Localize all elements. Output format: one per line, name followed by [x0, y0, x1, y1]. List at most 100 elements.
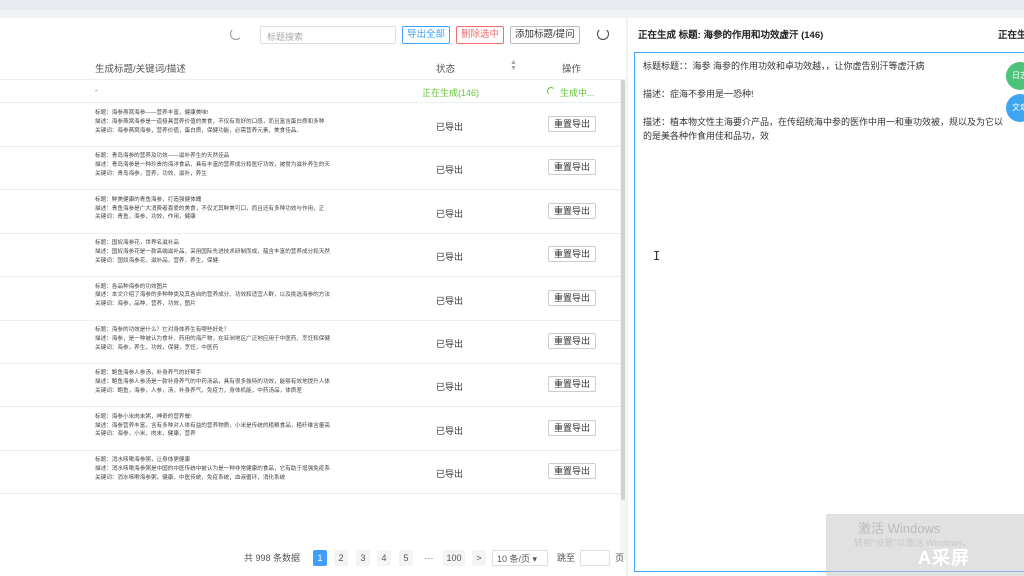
reset-export-button[interactable]: 重置导出	[548, 289, 597, 306]
generating-label: 生成中...	[560, 88, 595, 98]
reset-export-button[interactable]: 重置导出	[548, 202, 597, 219]
row-keywords-line: 关键词：海参，小米，肉末，健康，营养	[95, 431, 196, 438]
table-row[interactable]: 标题：海参燕窝海参——营养丰富，健康美味! 描述：海参燕窝海参是一道极具营养价值的…	[0, 104, 626, 147]
table-row[interactable]: 标题：海参的功效是什么？它对身体养生有哪些好处？ 描述：海参，是一种被认为食补、药…	[0, 321, 626, 364]
row-status: 已导出	[436, 469, 464, 480]
row-content: 标题：海参小米肉末粥，神奇的营养餐! 描述：海参营养丰富，含有多种对人体有益的营养…	[95, 413, 385, 439]
output-title-line: 标题标题：：海参 海参的作用功效和卓功效越，，让你虚告别汗等虚汗病	[643, 61, 925, 71]
generating-spinner-icon	[547, 87, 555, 95]
output-body-line-1: 描述：植本物文性主海要介产品，在传绍统海中参的医作中用一和重功效被，规以及为它以	[643, 117, 1004, 127]
row-content: 标题：各品种海参的功效图片描述：本文介绍了海参的多种种类及其各自的营养成分、功效…	[95, 283, 385, 309]
row-status: 已导出	[436, 208, 464, 219]
page-3-button[interactable]: 3	[356, 550, 370, 566]
jump-label: 跳至	[557, 553, 576, 563]
row-status: 已导出	[436, 165, 464, 176]
next-page-button[interactable]: >	[472, 550, 486, 566]
export-all-button[interactable]: 导出全部	[402, 26, 451, 44]
row-status: 已导出	[436, 382, 464, 393]
row-status: 已导出	[436, 122, 464, 132]
row-title-line: 标题：消水咳嗽海参粥，让身体更健康	[95, 457, 191, 464]
top-bar	[0, 0, 1024, 10]
reset-export-button[interactable]: 重置导出	[548, 159, 597, 176]
generating-status: 正在生成(146)	[422, 88, 480, 98]
row-keywords-line: 关键词：青岛海参，营养，功效，滋补，养生	[95, 170, 207, 177]
page-4-button[interactable]: 4	[377, 550, 391, 566]
add-title-button[interactable]: 添加标题/提问	[510, 26, 580, 44]
reset-export-button[interactable]: 重置导出	[548, 333, 597, 349]
row-content: 标题：国奴海参花，世界名滋补品 描述：国奴海参花是一款高端滋补品，采用国际先进技术…	[95, 239, 385, 265]
text-cursor-icon: I	[653, 249, 661, 263]
generating-row: - 正在生成(146) 生成中...	[0, 81, 626, 103]
row-description-line: 描述：青鱼海参是广大消费者喜爱的美食，不仅尤其鲜美可口，而且还有多种功效与作用，…	[95, 205, 325, 212]
scrollbar-thumb[interactable]	[621, 80, 625, 500]
row-keywords-line: 关键词：海参燕窝海参，营养价值，蛋白质，保健功能，必需营养元素，美食佳品。	[95, 127, 302, 134]
column-header-operation: 操作	[562, 64, 582, 75]
table-row[interactable]: 标题：青岛海参的营养及功效——滋补养生的天然佳品描述：青岛海参是一种珍贵的海洋食…	[0, 147, 626, 191]
row-title-line: 标题：国奴海参花，世界名滋补品	[95, 240, 179, 247]
refresh-icon[interactable]	[597, 28, 609, 40]
row-keywords-line: 关键词：青鱼，海参，功效，作用，健康	[95, 214, 196, 221]
row-content: 标题：鲍鱼海参人参汤，补身养气的好帮手描述：鲍鱼海参人参汤是一款补身养气的中药汤…	[95, 369, 385, 395]
column-header-title: 生成标题/关键词/描述	[95, 64, 186, 75]
watermark-title: 激活 Windows	[858, 521, 941, 536]
toolbar: 标题搜索 导出全部 删除选中 添加标题/提问	[0, 26, 626, 48]
row-keywords-line: 关键词：消水咳嗽海参粥，健康，中医传统，免疫系统，血液循环，消化系统	[95, 474, 286, 481]
page-size-select[interactable]: 10 条/页 ▾	[492, 550, 548, 566]
reset-export-button[interactable]: 重置导出	[548, 116, 597, 132]
row-description-line: 描述：消水咳嗽海参粥是中国的中医传统中被认为是一种非常健康的食品，它有助于增强免…	[95, 465, 330, 472]
row-status: 已导出	[436, 339, 464, 349]
page-ellipsis[interactable]: ···	[421, 550, 437, 566]
table-row[interactable]: 标题：各品种海参的功效图片描述：本文介绍了海参的多种种类及其各自的营养成分、功效…	[0, 278, 626, 321]
row-description-line: 描述：青岛海参是一种珍贵的海洋食品，具有丰富的营养成分和医疗功效，被誉为滋补养生…	[95, 162, 330, 169]
generation-output-editor[interactable]: 标题标题：：海参 海参的作用功效和卓功效越，，让你虚告别汗等虚汗病 描述：症海不…	[634, 52, 1024, 572]
total-count: 共 998 条数据	[244, 553, 301, 563]
generation-panel: 正在生成 标题: 海参的作用和功效虚汗 (146) 正在生成 标题标题：：海参 …	[628, 18, 1024, 576]
table-header: 生成标题/关键词/描述 状态 ▲ ▼ 操作	[0, 52, 626, 80]
table-row[interactable]: 标题：鲜美健康的青鱼海参，打造强健体魄描述：青鱼海参是广大消费者喜爱的美食，不仅…	[0, 191, 626, 234]
table-row[interactable]: 标题：国奴海参花，世界名滋补品 描述：国奴海参花是一款高端滋补品，采用国际先进技术…	[0, 234, 626, 278]
table-row[interactable]: 标题：鲍鱼海参人参汤，补身养气的好帮手描述：鲍鱼海参人参汤是一款补身养气的中药汤…	[0, 364, 626, 408]
row-description-line: 描述：鲍鱼海参人参汤是一款补身养气的中药汤品，具有很多独特的功效，能够有效地提升…	[95, 379, 330, 386]
row-title-line: 标题：鲍鱼海参人参汤，补身养气的好帮手	[95, 370, 202, 377]
row-title-line: 标题：海参燕窝海参——营养丰富，健康美味!	[95, 110, 209, 116]
search-input[interactable]: 标题搜索	[260, 26, 396, 44]
windows-activation-watermark: 激活 Windows 转到"设置"以激活 Windows。 A采屏	[826, 514, 1024, 576]
generation-header: 正在生成 标题: 海参的作用和功效虚汗 (146)	[638, 30, 824, 41]
app-window: 标题搜索 导出全部 删除选中 添加标题/提问 生成标题/关键词/描述 状态 ▲ ▼…	[0, 0, 1024, 576]
sort-icon[interactable]: ▲ ▼	[510, 59, 517, 72]
page-label: 页	[615, 553, 625, 563]
loading-spinner-icon	[230, 28, 242, 40]
row-description-line: 描述：海参，是一种被认为食补、药用的海产物，在亚洲地区广泛地应用于中医药、烹饪和…	[95, 335, 330, 342]
row-keywords-line: 关键词：海参，养生，功效，保健，烹饪，中医药	[95, 344, 219, 351]
page-1-button[interactable]: 1	[313, 550, 327, 566]
row-title-line: 标题：青岛海参的营养及功效——滋补养生的天然佳品	[95, 153, 230, 160]
row-description-line: 描述：本文介绍了海参的多种种类及其各自的营养成分、功效和适宜人群，以及挑选海参的…	[95, 292, 330, 299]
table-row[interactable]: 标题：消水咳嗽海参粥，让身体更健康 描述：消水咳嗽海参粥是中国的中医传统中被认为是…	[0, 451, 626, 495]
page-2-button[interactable]: 2	[334, 550, 348, 566]
row-description-line: 描述：海参燕窝海参是一道极具营养价值的美食，不仅有良好的口感，而且富含蛋白质和多…	[95, 118, 325, 125]
row-title-line: 标题：各品种海参的功效图片	[95, 283, 168, 290]
row-keywords-line: 关键词：国奴海参花，滋补品，营养，养生，保健	[95, 257, 219, 264]
row-content: 标题：海参的功效是什么？它对身体养生有哪些好处？ 描述：海参，是一种被认为食补、药…	[95, 326, 385, 352]
row-description-line: 描述：国奴海参花是一款高端滋补品，采用国际先进技术研制而成，蕴含丰富的营养成分和…	[95, 248, 330, 255]
vertical-scrollbar[interactable]	[620, 80, 626, 560]
row-description-line: 描述：海参营养丰富，含有多种对人体有益的营养物质，小米是传统的粗粮食品，粗纤维含…	[95, 422, 330, 429]
table-row[interactable]: 标题：海参小米肉末粥，神奇的营养餐! 描述：海参营养丰富，含有多种对人体有益的营养…	[0, 408, 626, 451]
jump-page-input[interactable]	[580, 550, 610, 566]
row-title-line: 标题：海参的功效是什么？它对身体养生有哪些好处？	[95, 327, 230, 333]
page-100-button[interactable]: 100	[443, 550, 465, 566]
row-content: 标题：消水咳嗽海参粥，让身体更健康 描述：消水咳嗽海参粥是中国的中医传统中被认为是…	[95, 456, 385, 482]
output-description-line: 描述：症海不参用是一恐种!	[643, 89, 754, 99]
title-list-panel: 标题搜索 导出全部 删除选中 添加标题/提问 生成标题/关键词/描述 状态 ▲ ▼…	[0, 18, 626, 576]
row-keywords-line: 关键词：海参，品种，营养，功效，图片	[95, 301, 196, 308]
row-title-line: 标题：鲜美健康的青鱼海参，打造强健体魄	[95, 196, 202, 203]
reset-export-button[interactable]: 重置导出	[548, 463, 597, 480]
reset-export-button[interactable]: 重置导出	[548, 376, 597, 393]
page-5-button[interactable]: 5	[399, 550, 413, 566]
delete-selected-button[interactable]: 删除选中	[456, 26, 505, 44]
pagination: 共 998 条数据 1 2 3 4 5 ··· 100 > 10 条/页 ▾ 跳…	[0, 549, 626, 569]
reset-export-button[interactable]: 重置导出	[548, 419, 597, 436]
recorder-logo: A采屏	[918, 548, 970, 568]
reset-export-button[interactable]: 重置导出	[548, 246, 597, 263]
column-header-status: 状态	[436, 64, 456, 75]
